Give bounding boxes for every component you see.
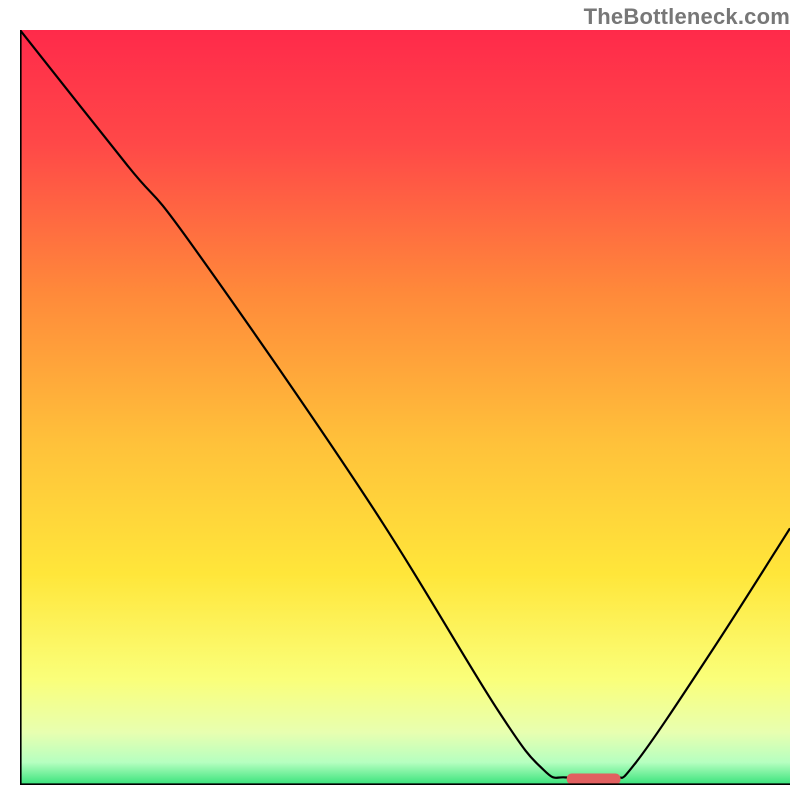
chart-svg <box>20 30 790 785</box>
chart-canvas: TheBottleneck.com <box>0 0 800 800</box>
plot-area <box>20 30 790 785</box>
watermark-text: TheBottleneck.com <box>584 4 790 30</box>
optimal-marker <box>567 774 621 785</box>
gradient-background <box>20 30 790 785</box>
